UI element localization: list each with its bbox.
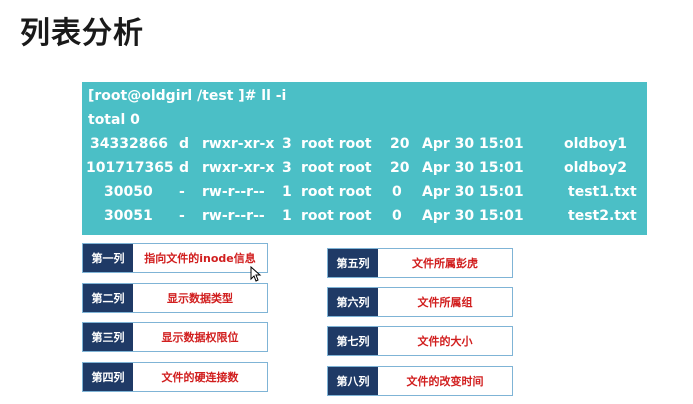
name-cell: oldboy2 xyxy=(564,160,627,176)
links-cell: 3 xyxy=(282,136,292,152)
column-desc: 文件所属彭虎 xyxy=(412,257,478,270)
size-cell: 20 xyxy=(390,160,410,176)
column-legend-8: 第八列 文件的改变时间 xyxy=(327,366,513,396)
name-cell: oldboy1 xyxy=(564,136,627,152)
perm-cell: rw-r--r-- xyxy=(202,184,265,200)
column-desc: 文件的硬连接数 xyxy=(161,371,239,384)
type-cell: d xyxy=(179,160,190,176)
links-cell: 1 xyxy=(282,184,292,200)
perm-cell: rwxr-xr-x xyxy=(202,160,275,176)
type-cell: - xyxy=(179,184,185,200)
column-key: 第七列 xyxy=(328,327,378,355)
mouse-pointer-icon xyxy=(250,266,262,282)
column-key: 第六列 xyxy=(328,288,378,316)
name-cell: test1.txt xyxy=(568,184,637,200)
column-key: 第五列 xyxy=(328,249,378,277)
type-cell: d xyxy=(179,136,190,152)
column-desc: 文件所属组 xyxy=(417,296,473,309)
date-cell: Apr 30 15:01 xyxy=(422,208,524,224)
owner-cell: root root xyxy=(301,208,372,224)
terminal-total: total 0 xyxy=(88,112,140,128)
size-cell: 20 xyxy=(390,136,410,152)
column-legend-5: 第五列 文件所属彭虎 xyxy=(327,248,513,278)
links-cell: 1 xyxy=(282,208,292,224)
date-cell: Apr 30 15:01 xyxy=(422,160,524,176)
terminal-output: [root@oldgirl /test ]# ll -i total 0 343… xyxy=(82,82,647,235)
column-key: 第一列 xyxy=(83,244,133,272)
column-key: 第三列 xyxy=(83,323,133,351)
inode-cell: 101717365 xyxy=(86,160,174,176)
column-key: 第四列 xyxy=(83,363,133,391)
size-cell: 0 xyxy=(392,184,402,200)
column-desc: 显示数据类型 xyxy=(167,292,233,305)
inode-cell: 30051 xyxy=(104,208,153,224)
column-key: 第八列 xyxy=(328,367,378,395)
links-cell: 3 xyxy=(282,160,292,176)
name-cell: test2.txt xyxy=(568,208,637,224)
owner-cell: root root xyxy=(301,160,372,176)
column-legend-2: 第二列 显示数据类型 xyxy=(82,283,268,313)
column-legend-4: 第四列 文件的硬连接数 xyxy=(82,362,268,392)
column-desc: 文件的改变时间 xyxy=(406,375,484,388)
perm-cell: rw-r--r-- xyxy=(202,208,265,224)
owner-cell: root root xyxy=(301,184,372,200)
terminal-prompt: [root@oldgirl /test ]# ll -i xyxy=(88,88,287,104)
column-desc: 文件的大小 xyxy=(417,335,473,348)
inode-cell: 34332866 xyxy=(90,136,168,152)
date-cell: Apr 30 15:01 xyxy=(422,184,524,200)
column-legend-1: 第一列 指向文件的inode信息 xyxy=(82,243,268,273)
inode-cell: 30050 xyxy=(104,184,153,200)
page-title: 列表分析 xyxy=(20,16,144,51)
column-desc: 指向文件的inode信息 xyxy=(144,252,256,265)
perm-cell: rwxr-xr-x xyxy=(202,136,275,152)
column-legend-3: 第三列 显示数据权限位 xyxy=(82,322,268,352)
owner-cell: root root xyxy=(301,136,372,152)
column-desc: 显示数据权限位 xyxy=(161,331,239,344)
column-legend-6: 第六列 文件所属组 xyxy=(327,287,513,317)
type-cell: - xyxy=(179,208,185,224)
size-cell: 0 xyxy=(392,208,402,224)
date-cell: Apr 30 15:01 xyxy=(422,136,524,152)
column-legend-7: 第七列 文件的大小 xyxy=(327,326,513,356)
column-key: 第二列 xyxy=(83,284,133,312)
